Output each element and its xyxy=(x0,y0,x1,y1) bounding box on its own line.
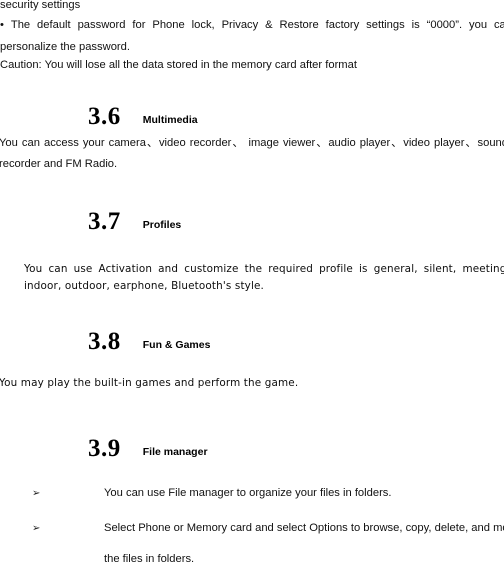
section-number-3-6: 3.6 xyxy=(88,103,121,130)
arrow-bullet-icon: ➢ xyxy=(32,523,41,534)
section-heading-3-6: 3.6 Multimedia xyxy=(88,104,198,129)
section-body-3-8: You may play the built-in games and perf… xyxy=(0,377,299,389)
list-item-text: Select Phone or Memory card and select O… xyxy=(104,522,504,534)
section-number-3-8: 3.8 xyxy=(88,328,121,355)
section-heading-3-8: 3.8 Fun & Games xyxy=(88,329,210,354)
list-item-text: You can use File manager to organize you… xyxy=(104,487,392,499)
list-item-text-continued: the files in folders. xyxy=(104,553,195,565)
section-title-3-8: Fun & Games xyxy=(142,339,211,351)
intro-line-security-settings: security settings xyxy=(0,0,81,11)
section-title-3-9: File manager xyxy=(142,446,208,458)
section-title-3-7: Profiles xyxy=(142,219,182,231)
section-number-3-7: 3.7 xyxy=(88,208,121,235)
bullet-glyph: • xyxy=(0,19,4,31)
intro-bullet-paragraph: • The default password for Phone lock, P… xyxy=(0,14,504,58)
intro-bullet-paragraph-text: The default password for Phone lock, Pri… xyxy=(0,19,504,53)
section-number-3-9: 3.9 xyxy=(88,435,121,462)
section-heading-3-9: 3.9 File manager xyxy=(88,436,208,461)
section-title-3-6: Multimedia xyxy=(142,114,198,126)
section-body-3-6: You can access your camera、video recorde… xyxy=(0,137,504,170)
section-body-3-7: You can use Activation and customize the… xyxy=(24,263,504,292)
document-page: security settings • The default password… xyxy=(0,0,504,566)
section-heading-3-7: 3.7 Profiles xyxy=(88,209,181,234)
arrow-bullet-icon: ➢ xyxy=(32,488,41,499)
intro-caution-line: Caution: You will lose all the data stor… xyxy=(0,59,357,71)
